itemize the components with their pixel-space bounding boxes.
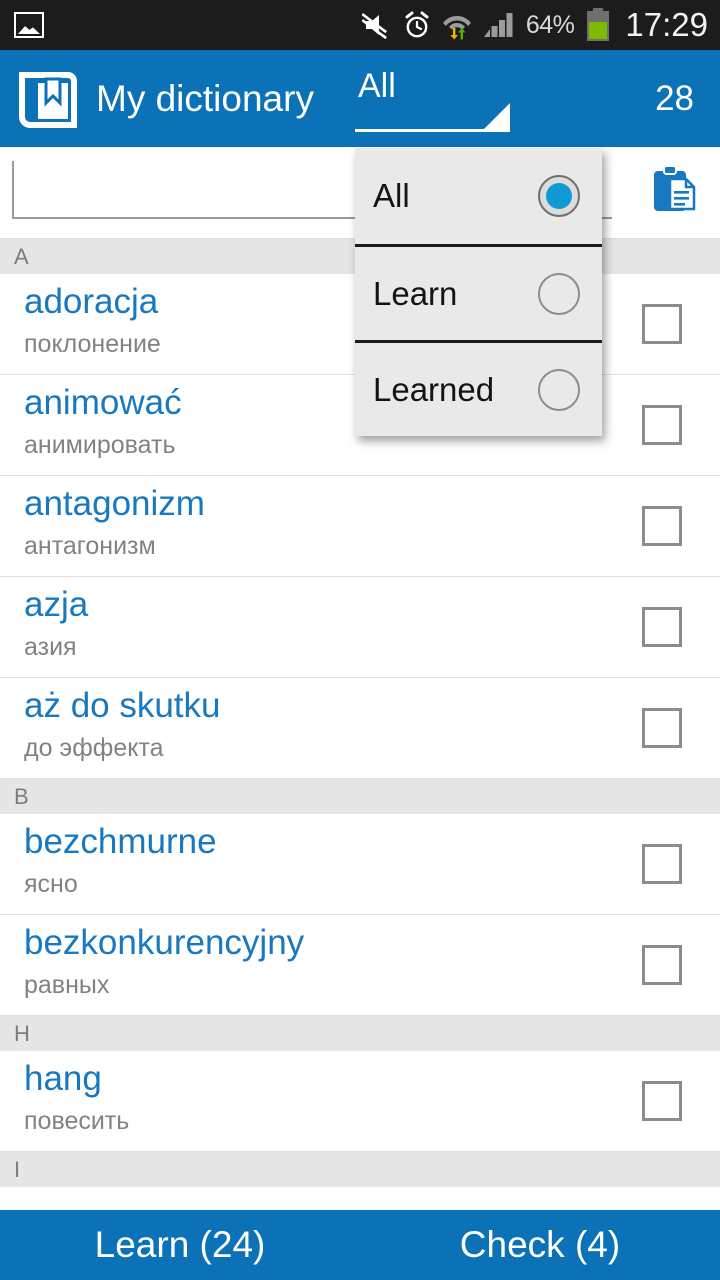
section-header: H	[0, 1016, 720, 1051]
photo-icon	[14, 12, 44, 38]
clipboard-button[interactable]	[642, 159, 706, 221]
filter-option-all[interactable]: All	[355, 148, 602, 244]
app-screen: 64% 17:29 My dictionary All 28 A adoracj…	[0, 0, 720, 1280]
filter-option-label: Learned	[373, 370, 495, 408]
word-translation: до эффекта	[24, 734, 164, 762]
bottom-action-bar: Learn (24) Check (4)	[0, 1210, 720, 1280]
word-term: hang	[24, 1059, 102, 1098]
filter-option-radio[interactable]	[538, 368, 580, 411]
word-row[interactable]: aż do skutku до эффекта	[0, 678, 720, 779]
word-checkbox[interactable]	[642, 945, 682, 985]
check-button[interactable]: Check (4)	[360, 1210, 720, 1280]
word-translation: анимировать	[24, 431, 176, 459]
word-translation: поклонение	[24, 330, 161, 358]
clock-label: 17:29	[625, 6, 708, 43]
signal-icon	[483, 13, 513, 37]
word-count-badge: 28	[655, 78, 694, 118]
battery-percent-label: 64%	[525, 10, 575, 39]
word-term: azja	[24, 585, 89, 624]
word-translation: повесить	[24, 1107, 130, 1135]
word-checkbox[interactable]	[642, 844, 682, 884]
word-row[interactable]: hang повесить	[0, 1051, 720, 1152]
word-checkbox[interactable]	[642, 506, 682, 546]
filter-option-radio[interactable]	[538, 175, 580, 217]
word-term: bezkonkurencyjny	[24, 923, 305, 962]
filter-option-learn[interactable]: Learn	[355, 244, 602, 340]
filter-option-label: All	[373, 177, 410, 214]
word-checkbox[interactable]	[642, 607, 682, 647]
status-bar-left	[14, 12, 44, 38]
word-term: animować	[24, 383, 182, 422]
word-translation: равных	[24, 971, 110, 999]
word-row[interactable]: bezchmurne ясно	[0, 814, 720, 915]
word-term: antagonizm	[24, 484, 205, 523]
word-translation: азия	[24, 633, 77, 661]
filter-spinner[interactable]: All	[355, 62, 510, 132]
filter-option-learned[interactable]: Learned	[355, 340, 602, 436]
word-term: adoracja	[24, 282, 159, 321]
mute-icon	[361, 13, 387, 39]
filter-spinner-underline	[355, 129, 510, 132]
word-row[interactable]: antagonizm антагонизм	[0, 476, 720, 577]
battery-icon	[587, 8, 610, 41]
filter-option-label: Learn	[373, 274, 458, 312]
word-checkbox[interactable]	[642, 304, 682, 344]
clipboard-icon	[654, 165, 696, 211]
word-term: bezchmurne	[24, 822, 217, 861]
word-term: aż do skutku	[24, 686, 221, 725]
alarm-icon	[405, 11, 429, 38]
word-checkbox[interactable]	[642, 405, 682, 445]
status-bar: 64% 17:29	[0, 0, 720, 50]
dropdown-triangle-icon	[484, 103, 510, 129]
filter-dropdown-menu[interactable]: All Learn Learned	[355, 148, 602, 436]
section-header: I	[0, 1152, 720, 1187]
book-bookmark-icon	[19, 71, 77, 128]
word-translation: антагонизм	[24, 532, 156, 560]
learn-button[interactable]: Learn (24)	[0, 1210, 360, 1280]
word-row[interactable]: bezkonkurencyjny равных	[0, 915, 720, 1016]
section-header: B	[0, 779, 720, 814]
wifi-data-icon	[442, 16, 471, 40]
page-title: My dictionary	[96, 77, 314, 119]
word-row[interactable]: azja азия	[0, 577, 720, 678]
status-bar-right: 64% 17:29	[361, 6, 708, 44]
filter-option-radio[interactable]	[538, 272, 580, 315]
word-translation: ясно	[24, 870, 78, 898]
word-checkbox[interactable]	[642, 708, 682, 748]
word-checkbox[interactable]	[642, 1081, 682, 1121]
